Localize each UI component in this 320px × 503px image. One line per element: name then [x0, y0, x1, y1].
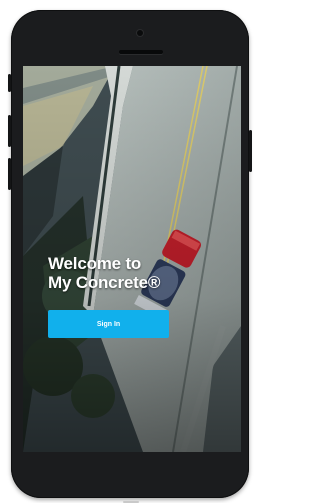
- earpiece-speaker: [119, 50, 163, 54]
- power-button: [249, 130, 252, 172]
- welcome-title-line1: Welcome to: [48, 254, 142, 273]
- welcome-title-line2: My Concrete®: [48, 273, 161, 292]
- volume-down-button: [8, 158, 11, 190]
- sign-in-button[interactable]: Sign In: [48, 310, 169, 338]
- welcome-title: Welcome to My Concrete®: [48, 254, 214, 292]
- volume-up-button: [8, 115, 11, 147]
- mute-switch: [8, 74, 11, 92]
- front-camera: [137, 30, 143, 36]
